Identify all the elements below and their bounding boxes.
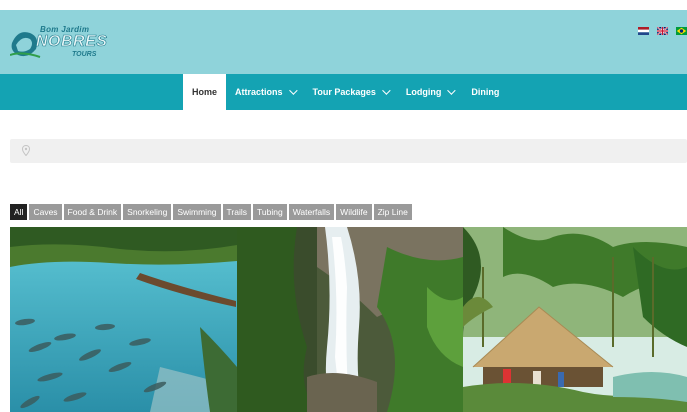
photo-clear-river-fish[interactable]: [10, 227, 237, 412]
nav-item-lodging[interactable]: Lodging: [397, 74, 463, 110]
filter-snorkeling[interactable]: Snorkeling: [123, 204, 172, 220]
photo-thatched-hut[interactable]: [463, 227, 687, 412]
category-filters: All Caves Food & Drink Snorkeling Swimmi…: [10, 204, 412, 220]
location-search-input[interactable]: [10, 139, 687, 163]
attractions-gallery: [10, 227, 687, 412]
nav-item-attractions[interactable]: Attractions: [226, 74, 304, 110]
filter-waterfalls[interactable]: Waterfalls: [288, 204, 335, 220]
nav-item-label: Attractions: [235, 87, 283, 97]
nav-item-dining[interactable]: Dining: [462, 74, 508, 110]
filter-all[interactable]: All: [10, 204, 28, 220]
brazil-flag-icon[interactable]: [676, 27, 687, 35]
filter-swimming[interactable]: Swimming: [173, 204, 221, 220]
filter-wildlife[interactable]: Wildlife: [336, 204, 372, 220]
filter-food-drink[interactable]: Food & Drink: [63, 204, 122, 220]
site-header: Bom Jardim NOBRES TOURS: [0, 10, 687, 74]
filter-trails[interactable]: Trails: [222, 204, 251, 220]
nav-item-home[interactable]: Home: [183, 74, 227, 110]
brand-line-3: TOURS: [72, 51, 97, 58]
brand-line-2: NOBRES: [36, 33, 108, 51]
brand-logo[interactable]: Bom Jardim NOBRES TOURS: [10, 25, 108, 61]
chevron-down-icon: [382, 86, 391, 95]
nav-item-tour-packages[interactable]: Tour Packages: [304, 74, 397, 110]
nav-item-label: Dining: [471, 87, 500, 97]
nav-item-label: Tour Packages: [312, 87, 376, 97]
page: Bom Jardim NOBRES TOURS Home Attractions…: [0, 0, 687, 412]
filter-zip-line[interactable]: Zip Line: [373, 204, 412, 220]
language-selector: [638, 27, 687, 35]
nav-item-label: Lodging: [405, 87, 442, 97]
main-navigation: Home Attractions Tour Packages Lodging D…: [0, 74, 687, 110]
filter-caves[interactable]: Caves: [29, 204, 62, 220]
nav-menu: Home Attractions Tour Packages Lodging D…: [183, 74, 508, 110]
chevron-down-icon: [288, 86, 298, 95]
map-pin-icon: [22, 145, 30, 156]
filter-tubing[interactable]: Tubing: [253, 204, 287, 220]
photo-waterfall[interactable]: [237, 227, 463, 412]
uk-flag-icon[interactable]: [657, 27, 668, 35]
nav-item-label: Home: [192, 87, 218, 97]
chevron-down-icon: [447, 86, 457, 95]
netherlands-flag-icon[interactable]: [638, 27, 649, 35]
